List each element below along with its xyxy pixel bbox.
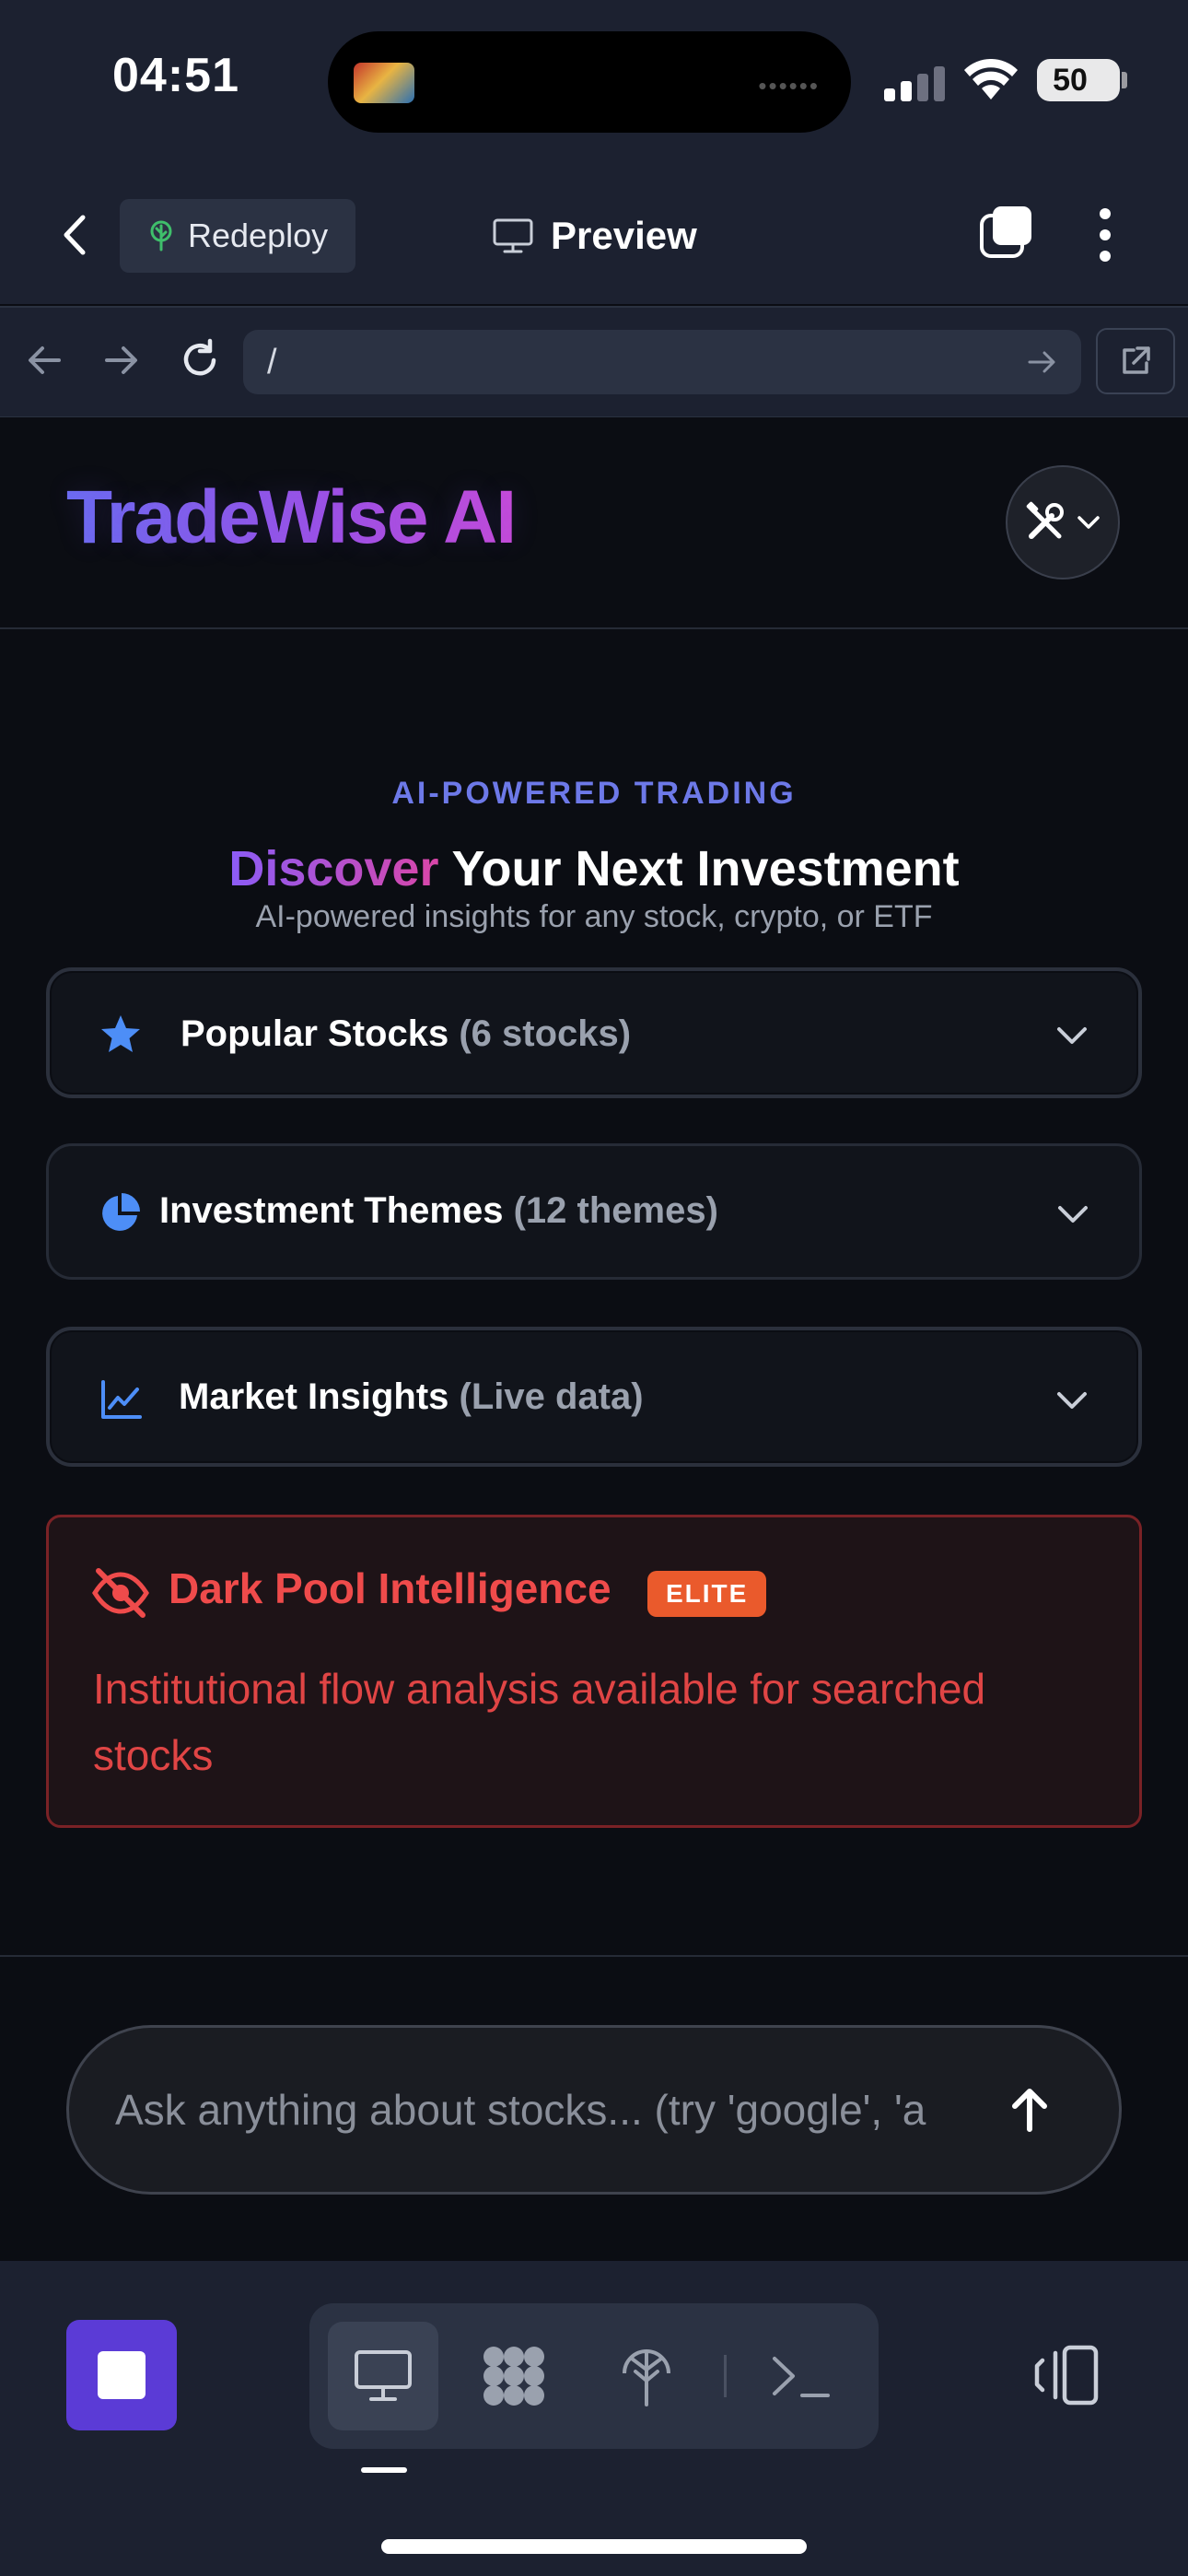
stop-button[interactable]	[66, 2320, 177, 2430]
accordion-label: Popular Stocks (6 stocks)	[181, 1013, 631, 1055]
accordion-label: Investment Themes (12 themes)	[159, 1190, 718, 1232]
deploy-tree-icon	[623, 2349, 670, 2406]
preview-label: Preview	[551, 214, 697, 257]
url-input[interactable]: /	[243, 330, 1081, 394]
accordion-count: (Live data)	[459, 1376, 644, 1417]
accordion-investment-themes[interactable]: Investment Themes (12 themes)	[46, 1143, 1142, 1280]
star-icon	[101, 1015, 140, 1052]
components-view-button[interactable]	[459, 2322, 569, 2430]
desktop-view-button[interactable]	[328, 2322, 438, 2430]
chat-placeholder: Ask anything about stocks... (try 'googl…	[115, 2086, 926, 2134]
chevron-down-icon	[1058, 1206, 1088, 1223]
battery-nub	[1122, 72, 1127, 88]
bottom-toolbar	[0, 2261, 1188, 2576]
deploy-tree-icon	[150, 220, 172, 252]
more-vertical-icon[interactable]	[1090, 206, 1120, 263]
hero-title-accent: Discover	[228, 841, 439, 896]
eyebrow-label: AI-POWERED TRADING	[391, 776, 797, 811]
active-tab-indicator	[361, 2467, 407, 2473]
reload-icon[interactable]	[177, 337, 223, 383]
status-time: 04:51	[112, 49, 239, 102]
media-thumbnail	[354, 63, 414, 103]
app-top-bar: Redeploy Preview	[0, 166, 1188, 304]
accordion-label: Market Insights (Live data)	[179, 1376, 644, 1418]
accordion-popular-stocks[interactable]: Popular Stocks (6 stocks)	[46, 967, 1142, 1098]
terminal-icon	[773, 2357, 830, 2397]
hero-title-rest: Your Next Investment	[438, 841, 960, 896]
dynamic-island: ••••••	[328, 31, 851, 133]
hero-subtitle: AI-powered insights for any stock, crypt…	[255, 899, 933, 934]
tools-icon	[1026, 501, 1064, 539]
split-layout-icon[interactable]	[1031, 2340, 1101, 2410]
chevron-down-icon	[1057, 1027, 1087, 1044]
battery-level: 50	[1053, 63, 1088, 98]
accordion-count: (12 themes)	[513, 1190, 718, 1231]
external-link-icon	[1123, 346, 1150, 374]
line-chart-icon	[101, 1380, 142, 1419]
chevron-down-icon	[1077, 516, 1100, 529]
status-bar: 04:51 •••••• 50	[0, 0, 1188, 166]
deploy-view-button[interactable]	[591, 2322, 702, 2430]
preview-title: Preview	[492, 208, 697, 263]
url-text: /	[267, 343, 277, 381]
accordion-market-insights[interactable]: Market Insights (Live data)	[46, 1327, 1142, 1467]
accordion-title: Popular Stocks	[181, 1013, 449, 1054]
open-external-button[interactable]	[1096, 328, 1175, 394]
dark-pool-title: Dark Pool Intelligence	[169, 1564, 611, 1612]
app-logo[interactable]: TradeWise AI	[66, 474, 517, 561]
back-arrow-icon[interactable]	[22, 337, 68, 383]
redeploy-label: Redeploy	[188, 217, 329, 254]
forward-arrow-icon[interactable]	[98, 337, 144, 383]
pie-chart-icon	[102, 1193, 140, 1231]
toolbar-divider	[724, 2355, 727, 2397]
battery-icon: 50	[1037, 59, 1120, 101]
terminal-view-button[interactable]	[746, 2322, 856, 2430]
chevron-down-icon	[1057, 1392, 1087, 1409]
hero-title: Discover Your Next Investment	[0, 840, 1188, 897]
monitor-icon	[355, 2350, 412, 2401]
eye-off-icon	[92, 1568, 149, 1618]
back-chevron-icon[interactable]	[57, 212, 94, 258]
elite-badge: ELITE	[647, 1571, 767, 1617]
tabs-icon[interactable]	[978, 203, 1035, 260]
app-header: TradeWise AI	[0, 417, 1188, 629]
wifi-icon	[964, 59, 1018, 100]
view-mode-group	[309, 2303, 879, 2449]
home-indicator[interactable]	[381, 2539, 807, 2554]
accordion-title: Investment Themes	[159, 1190, 504, 1231]
tools-menu-button[interactable]	[1006, 465, 1120, 580]
dark-pool-card[interactable]: Dark Pool Intelligence ELITE Institution…	[46, 1515, 1142, 1828]
redeploy-button[interactable]: Redeploy	[120, 199, 355, 273]
cellular-signal-icon	[884, 64, 945, 101]
stop-icon	[98, 2351, 146, 2399]
accordion-title: Market Insights	[179, 1376, 449, 1417]
send-arrow-icon[interactable]	[999, 2079, 1060, 2140]
accordion-count: (6 stocks)	[459, 1013, 632, 1054]
dark-pool-description: Institutional flow analysis available fo…	[93, 1665, 986, 1779]
activity-dots-icon: ••••••	[758, 72, 820, 100]
puzzle-grid-icon	[483, 2347, 544, 2406]
monitor-icon	[493, 218, 533, 253]
browser-bar: /	[0, 306, 1188, 419]
chat-input[interactable]: Ask anything about stocks... (try 'googl…	[66, 2025, 1122, 2195]
go-arrow-icon[interactable]	[1022, 343, 1061, 381]
